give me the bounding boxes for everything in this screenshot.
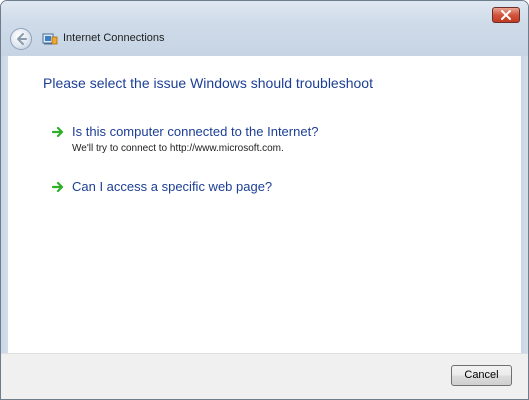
page-heading: Please select the issue Windows should t… [43, 75, 373, 91]
cancel-button[interactable]: Cancel [451, 365, 512, 386]
close-icon [501, 10, 511, 20]
option-description: We'll try to connect to http://www.micro… [72, 143, 284, 154]
dialog-footer: Cancel [1, 353, 528, 399]
window-frame-left [1, 56, 8, 353]
back-arrow-icon [17, 33, 27, 45]
window-frame-right [521, 56, 528, 353]
close-button[interactable] [492, 7, 520, 23]
window-title: Internet Connections [63, 32, 165, 44]
window-title-bar [1, 1, 528, 56]
content-area: Please select the issue Windows should t… [8, 56, 521, 353]
green-arrow-icon [52, 126, 64, 138]
option-title[interactable]: Can I access a specific web page? [72, 179, 272, 194]
network-icon [42, 33, 58, 45]
option-title[interactable]: Is this computer connected to the Intern… [72, 124, 318, 139]
dialog-window: Internet Connections Please select the i… [0, 0, 529, 400]
back-button[interactable] [10, 28, 32, 50]
green-arrow-icon [52, 181, 64, 193]
